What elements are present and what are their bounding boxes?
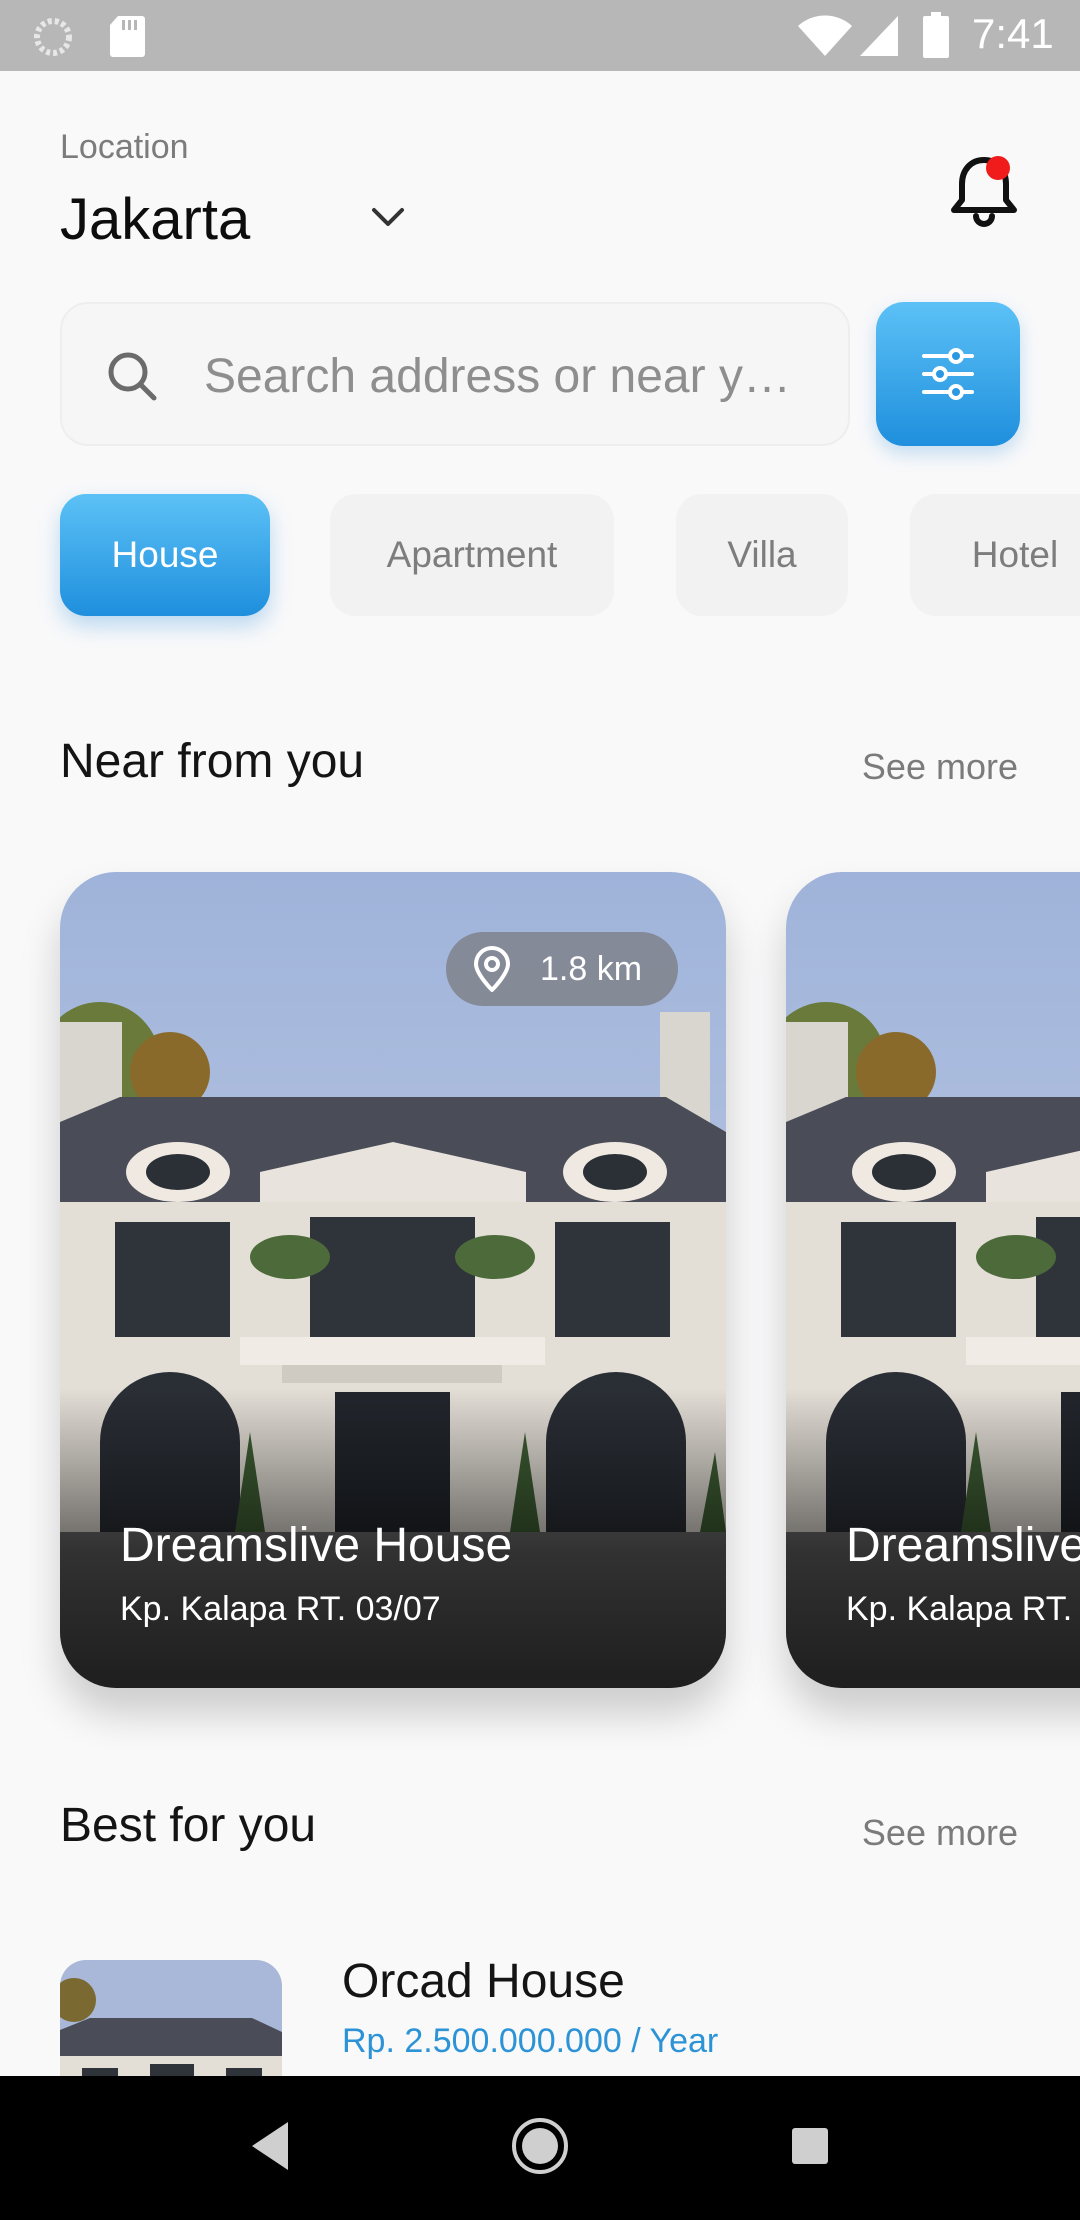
property-card[interactable]: 1.8 km Dreamslive House Kp. Kalapa RT. 0…: [60, 872, 726, 1688]
system-nav-bar: [0, 2076, 1080, 2220]
distance-text: 1.8 km: [540, 950, 643, 988]
loader-icon: [34, 18, 72, 56]
sd-card-icon: [110, 16, 145, 57]
bell-icon: [951, 157, 1017, 227]
category-chip-apartment[interactable]: Apartment: [330, 494, 614, 616]
listing-price: Rp. 2.500.000.000 / Year: [342, 2022, 719, 2060]
category-chip-house[interactable]: House: [60, 494, 270, 616]
cell-signal-icon: [860, 16, 898, 56]
wifi-icon: [798, 15, 852, 56]
location-label: Location: [60, 128, 189, 166]
distance-badge: 1.8 km: [446, 932, 678, 1006]
sliders-icon: [922, 348, 974, 400]
listing-title: Orcad House: [342, 1955, 625, 2008]
search-icon: [108, 352, 157, 401]
status-bar: 7:41: [0, 0, 1080, 71]
card-address: Kp. Kalapa RT. 03/07: [120, 1590, 441, 1628]
property-card[interactable]: Dreamslive House Kp. Kalapa RT. 03/07: [786, 872, 1080, 1688]
status-time: 7:41: [972, 10, 1054, 57]
recents-icon[interactable]: [790, 2126, 830, 2166]
card-title: Dreamslive House: [846, 1519, 1080, 1572]
chevron-down-icon[interactable]: [366, 200, 410, 236]
filter-button[interactable]: [876, 302, 1020, 446]
back-icon[interactable]: [248, 2120, 292, 2172]
battery-icon: [923, 12, 949, 58]
home-icon[interactable]: [510, 2116, 570, 2176]
location-selector[interactable]: Jakarta: [60, 186, 250, 253]
best-see-more-link[interactable]: See more: [862, 1812, 1018, 1854]
category-chip-hotel[interactable]: Hotel: [910, 494, 1080, 616]
near-see-more-link[interactable]: See more: [862, 746, 1018, 788]
screen: 7:41 Location Jakarta House Apartment: [0, 0, 1080, 2220]
search-input[interactable]: [204, 338, 824, 414]
notification-button[interactable]: [944, 150, 1024, 230]
map-pin-icon: [474, 946, 510, 992]
card-title: Dreamslive House: [120, 1519, 513, 1572]
card-address: Kp. Kalapa RT. 03/07: [846, 1590, 1080, 1628]
notification-badge: [986, 156, 1010, 180]
best-section-title: Best for you: [60, 1799, 317, 1852]
near-section-title: Near from you: [60, 735, 365, 788]
category-chip-villa[interactable]: Villa: [676, 494, 848, 616]
search-bar[interactable]: [60, 302, 850, 446]
